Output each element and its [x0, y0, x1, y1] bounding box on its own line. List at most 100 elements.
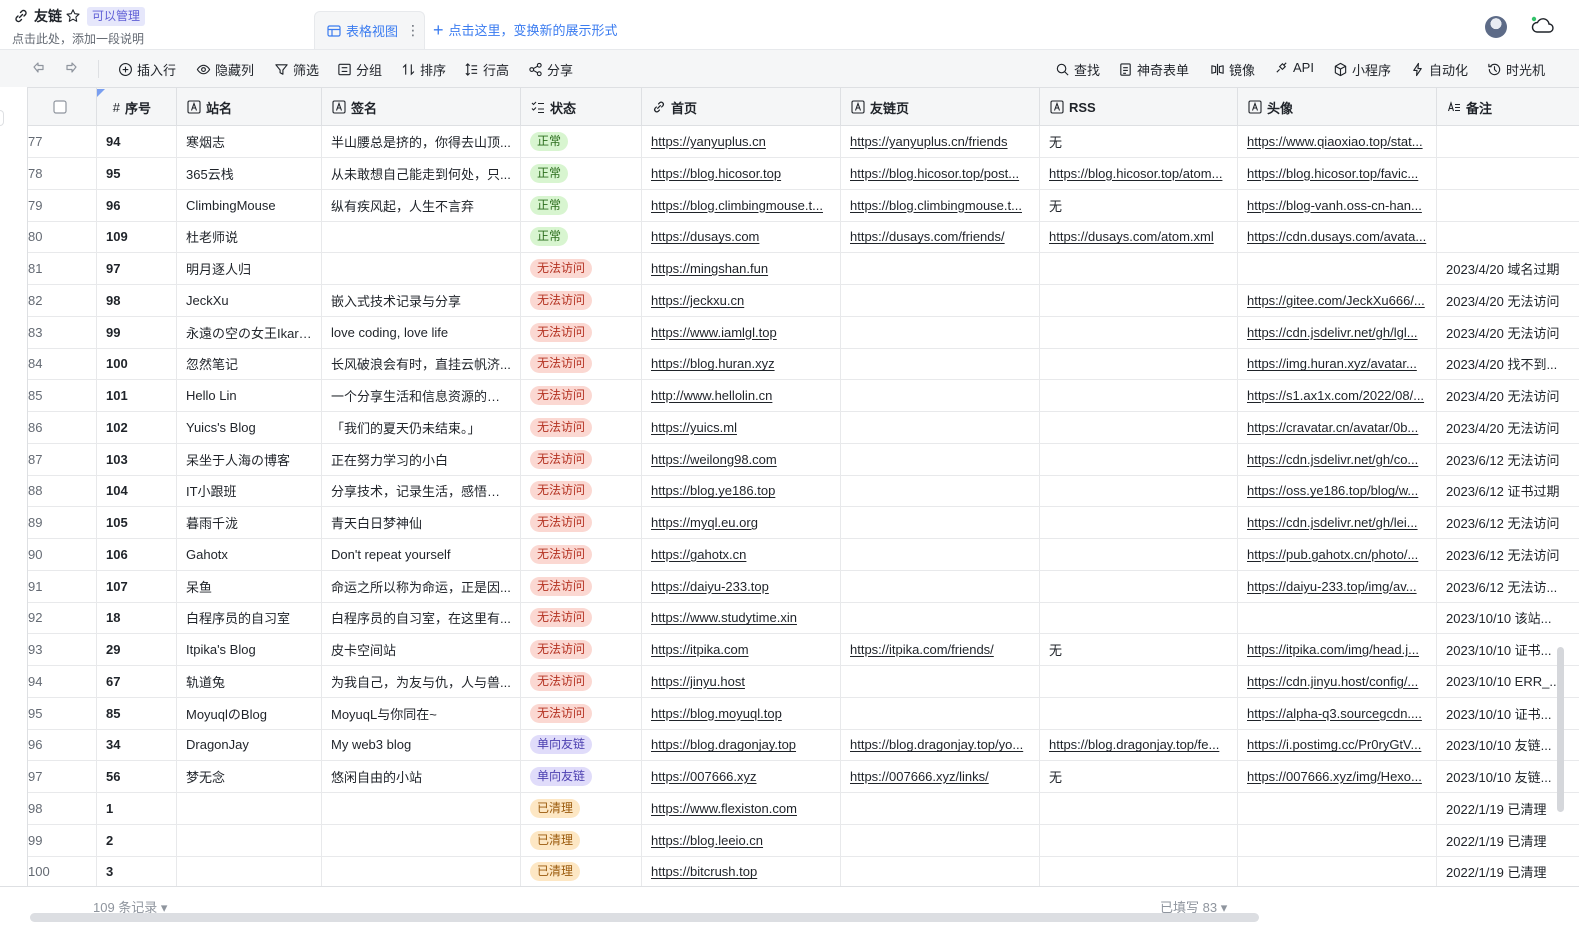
cell-rss[interactable] — [1040, 507, 1238, 538]
url-link[interactable]: https://blog.climbingmouse.t... — [850, 198, 1030, 213]
url-link[interactable]: https://yanyuplus.cn — [651, 134, 831, 149]
url-link[interactable]: https://daiyu-233.top — [651, 579, 831, 594]
cell-note[interactable]: 2023/4/20 找不到... — [1437, 348, 1579, 379]
table-row[interactable]: 97 56 梦无念 悠闲自由的小站 单向友链 https://007666.xyz http… — [28, 761, 1579, 793]
cell-status[interactable]: 无法访问 — [521, 538, 642, 570]
cell-avatar[interactable]: https://oss.ye186.top/blog/w... — [1238, 475, 1437, 507]
cell-sign[interactable]: My web3 blog — [322, 729, 521, 761]
cell-note[interactable]: 2023/6/12 无法访问 — [1437, 444, 1579, 475]
cell-avatar[interactable] — [1238, 602, 1437, 634]
cell-seq[interactable]: 96 — [97, 189, 177, 221]
cell-friends[interactable]: https://itpika.com/friends/ — [841, 634, 1040, 665]
url-link[interactable]: https://itpika.com/friends/ — [850, 642, 1030, 657]
cell-friends[interactable] — [841, 253, 1040, 284]
cell-rss[interactable] — [1040, 443, 1238, 475]
cell-avatar[interactable]: https://daiyu-233.top/img/av... — [1238, 570, 1437, 602]
undo-button[interactable] — [31, 60, 51, 76]
cell-sign[interactable] — [322, 856, 521, 886]
cell-rss[interactable] — [1040, 570, 1238, 602]
url-link[interactable]: https://blog.dragonjay.top/fe... — [1049, 737, 1228, 752]
cell-home[interactable]: https://yanyuplus.cn — [642, 126, 841, 157]
cell-n[interactable]: 85 — [28, 380, 97, 411]
cell-seq[interactable]: 98 — [97, 284, 177, 316]
cell-rss[interactable]: 无 — [1040, 126, 1238, 157]
cell-n[interactable]: 78 — [28, 157, 97, 189]
redo-button[interactable] — [63, 60, 83, 76]
cell-note[interactable]: 2023/6/12 无法访问 — [1437, 539, 1579, 570]
cell-n[interactable]: 97 — [28, 761, 97, 792]
cell-note[interactable]: 2023/4/20 域名过期 — [1437, 253, 1579, 284]
hide-columns-button[interactable]: 隐藏列 — [196, 60, 254, 79]
url-link[interactable]: https://blog.climbingmouse.t... — [651, 198, 831, 213]
cell-rss[interactable]: https://dusays.com/atom.xml — [1040, 221, 1238, 253]
cell-rss[interactable] — [1040, 824, 1238, 856]
cell-rss[interactable]: https://blog.hicosor.top/atom... — [1040, 157, 1238, 189]
cell-rss[interactable] — [1040, 665, 1238, 697]
cell-rss[interactable] — [1040, 348, 1238, 380]
cell-name[interactable] — [177, 856, 322, 886]
cell-rss[interactable] — [1040, 380, 1238, 411]
url-link[interactable]: https://blog.hicosor.top — [651, 166, 831, 181]
url-link[interactable]: https://jeckxu.cn — [651, 293, 831, 308]
url-link[interactable]: https://dusays.com/atom.xml — [1049, 229, 1228, 244]
cell-n[interactable]: 80 — [28, 221, 97, 253]
column-header-avatar[interactable]: 头像 — [1238, 88, 1437, 126]
cell-sign[interactable]: 长风破浪会有时，直挂云帆济... — [322, 348, 521, 380]
cell-n[interactable]: 87 — [28, 443, 97, 475]
url-link[interactable]: https://cdn.jsdelivr.net/gh/lei... — [1247, 515, 1427, 530]
insert-row-button[interactable]: 插入行 — [118, 60, 176, 79]
cell-avatar[interactable]: https://cdn.jsdelivr.net/gh/lei... — [1238, 507, 1437, 538]
cell-n[interactable]: 81 — [28, 253, 97, 284]
cell-avatar[interactable]: https://pub.gahotx.cn/photo/... — [1238, 538, 1437, 570]
column-header-rss[interactable]: RSS — [1040, 88, 1238, 126]
cell-n[interactable]: 89 — [28, 507, 97, 538]
cell-status[interactable]: 正常 — [521, 126, 642, 157]
cell-name[interactable]: IT小跟班 — [177, 475, 322, 507]
cell-n[interactable]: 77 — [28, 126, 97, 157]
filter-button[interactable]: 筛选 — [274, 60, 319, 79]
cell-status[interactable]: 无法访问 — [521, 634, 642, 665]
cell-name[interactable]: 寒烟志 — [177, 126, 322, 157]
cell-seq[interactable]: 56 — [97, 761, 177, 792]
url-link[interactable]: https://jinyu.host — [651, 674, 831, 689]
table-row[interactable]: 80 109 杜老师说 正常 https://dusays.com https://dus… — [28, 221, 1579, 254]
cell-seq[interactable]: 103 — [97, 443, 177, 475]
cell-note[interactable]: 2023/6/12 证书过期 — [1437, 475, 1579, 506]
url-link[interactable]: https://cdn.dusays.com/avata... — [1247, 229, 1427, 244]
cell-seq[interactable]: 34 — [97, 729, 177, 761]
cell-sign[interactable]: 悠闲自由的小站 — [322, 761, 521, 792]
cell-home[interactable]: https://blog.hicosor.top — [642, 157, 841, 189]
cell-status[interactable]: 无法访问 — [521, 284, 642, 316]
url-link[interactable]: https://cdn.jsdelivr.net/gh/co... — [1247, 452, 1427, 467]
description-placeholder[interactable]: 点击此处，添加一段说明 — [12, 30, 145, 47]
cell-seq[interactable]: 99 — [97, 316, 177, 348]
cell-avatar[interactable] — [1238, 824, 1437, 856]
cell-note[interactable] — [1437, 126, 1579, 157]
cell-n[interactable]: 79 — [28, 189, 97, 221]
cell-n[interactable]: 86 — [28, 411, 97, 443]
cell-n[interactable]: 83 — [28, 316, 97, 348]
cell-status[interactable]: 无法访问 — [521, 253, 642, 284]
cell-n[interactable]: 84 — [28, 348, 97, 380]
cell-rss[interactable]: 无 — [1040, 761, 1238, 792]
cell-home[interactable]: https://www.studytime.xin — [642, 602, 841, 634]
cell-note[interactable]: 2023/4/20 无法访问 — [1437, 380, 1579, 411]
cell-seq[interactable]: 106 — [97, 538, 177, 570]
cell-avatar[interactable]: https://cdn.jsdelivr.net/gh/co... — [1238, 443, 1437, 475]
cell-home[interactable]: https://www.flexiston.com — [642, 792, 841, 824]
url-link[interactable]: https://bitcrush.top — [651, 864, 831, 879]
url-link[interactable]: https://www.qiaoxiao.top/stat... — [1247, 134, 1427, 149]
cell-n[interactable]: 92 — [28, 602, 97, 634]
row-height-button[interactable]: 行高 — [464, 60, 509, 79]
column-header-note[interactable]: 备注 — [1437, 88, 1579, 126]
cell-friends[interactable] — [841, 507, 1040, 538]
table-row[interactable]: 81 97 明月逐人归 无法访问 https://mingshan.fun 2023/4/… — [28, 253, 1579, 285]
cell-name[interactable]: 梦无念 — [177, 761, 322, 792]
cell-n[interactable]: 93 — [28, 634, 97, 665]
cell-home[interactable]: https://weilong98.com — [642, 443, 841, 475]
table-row[interactable]: 96 34 DragonJay My web3 blog 单向友链 https://blo… — [28, 729, 1579, 762]
cell-friends[interactable] — [841, 284, 1040, 316]
table-row[interactable]: 90 106 Gahotx Don't repeat yourself 无法访问 http… — [28, 538, 1579, 571]
cell-note[interactable] — [1437, 158, 1579, 189]
table-row[interactable]: 91 107 呆鱼 命运之所以称为命运，正是因... 无法访问 https://daiyu… — [28, 570, 1579, 603]
